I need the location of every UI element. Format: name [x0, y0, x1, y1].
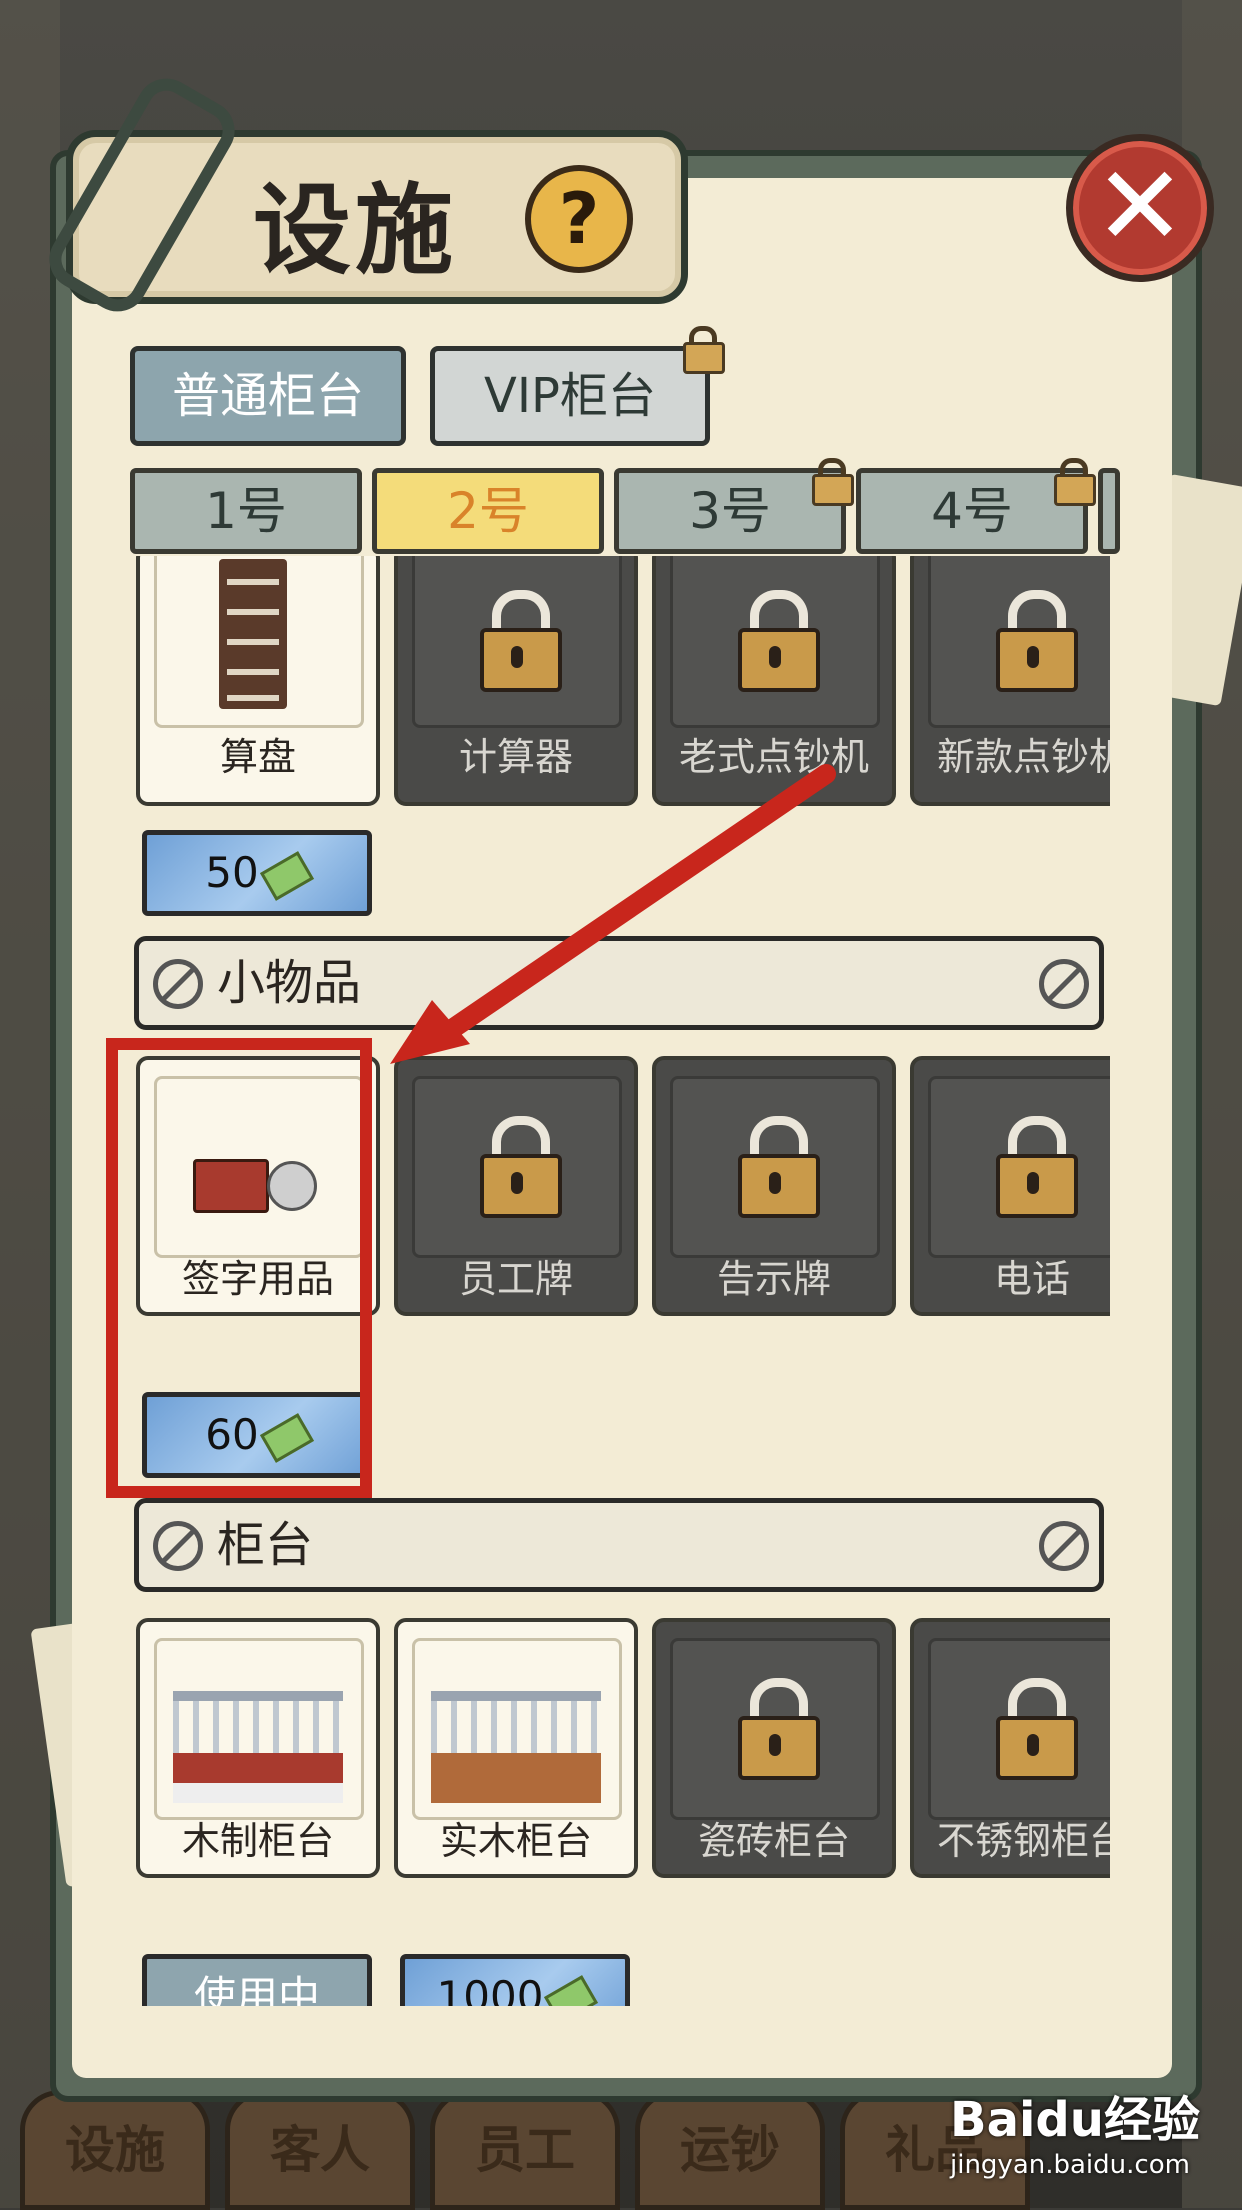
dialog-title: 设施 [253, 174, 458, 288]
watermark-brand: Baidu经验 [950, 2092, 1200, 2148]
tab-number-more[interactable] [1098, 468, 1120, 554]
item-name: 新款点钞机 [936, 735, 1110, 779]
item-card-wooden-counter[interactable]: 木制柜台 [136, 1618, 380, 1878]
watermark-url: jingyan.baidu.com [950, 2150, 1190, 2180]
item-name: 实木柜台 [439, 1819, 592, 1863]
close-button[interactable]: ✕ [1066, 134, 1214, 282]
price-value: 50 [205, 848, 259, 897]
item-card-steel-counter[interactable]: 不锈钢柜台 [910, 1618, 1110, 1878]
item-name: 员工牌 [458, 1257, 573, 1301]
lock-icon [480, 1116, 562, 1218]
counter-base-icon [173, 1783, 343, 1803]
annotation-highlight-box [106, 1038, 372, 1498]
lock-icon [738, 590, 820, 692]
tab-number-1[interactable]: 1号 [130, 468, 362, 554]
item-card-new-counting-machine[interactable]: 新款点钞机 [910, 556, 1110, 806]
tab-vip-counter[interactable]: VIP柜台 [430, 346, 710, 446]
counter-base-icon [431, 1753, 601, 1803]
item-card-tile-counter[interactable]: 瓷砖柜台 [652, 1618, 896, 1878]
in-use-status: 使用中 [142, 1954, 372, 2006]
lock-icon [480, 590, 562, 692]
item-name: 电话 [993, 1257, 1070, 1301]
item-name: 老式点钞机 [678, 735, 869, 779]
item-name: 告示牌 [716, 1257, 831, 1301]
tab-normal-counter[interactable]: 普通柜台 [130, 346, 406, 446]
counter-railing-icon [431, 1691, 601, 1761]
price-button[interactable]: 50 [142, 830, 372, 916]
item-card-calculator[interactable]: 计算器 [394, 556, 638, 806]
item-card-solid-wood-counter[interactable]: 实木柜台 [394, 1618, 638, 1878]
abacus-icon [219, 559, 287, 709]
ban-icon [1039, 1521, 1089, 1571]
cash-icon [259, 850, 314, 901]
lock-icon [1054, 458, 1096, 506]
item-name: 算盘 [219, 735, 296, 779]
lock-icon [683, 326, 725, 374]
section-title: 柜台 [217, 1517, 314, 1573]
help-button[interactable]: ? [525, 165, 633, 273]
bottom-tab-cash-transport[interactable]: 运钞 [635, 2090, 825, 2210]
price-button[interactable]: 1000 [400, 1954, 630, 2006]
ban-icon [153, 1521, 203, 1571]
item-card-abacus[interactable]: 算盘 [136, 556, 380, 806]
lock-icon [812, 458, 854, 506]
item-thumbnail [154, 556, 364, 728]
counter-railing-icon [173, 1691, 343, 1761]
item-card-telephone[interactable]: 电话 [910, 1056, 1110, 1316]
section-header-small-items: 小物品 [134, 936, 1104, 1030]
price-value: 1000 [436, 1972, 544, 2006]
lock-icon [996, 1678, 1078, 1780]
item-thumbnail [154, 1638, 364, 1820]
item-card-notice-board[interactable]: 告示牌 [652, 1056, 896, 1316]
section-header-counters: 柜台 [134, 1498, 1104, 1592]
bottom-tab-staff[interactable]: 员工 [430, 2090, 620, 2210]
item-name: 瓷砖柜台 [697, 1819, 850, 1863]
lock-icon [738, 1678, 820, 1780]
cash-icon [544, 1974, 599, 2006]
item-card-staff-badge[interactable]: 员工牌 [394, 1056, 638, 1316]
lock-icon [738, 1116, 820, 1218]
section-title: 小物品 [217, 955, 362, 1011]
lock-icon [996, 590, 1078, 692]
item-name: 木制柜台 [181, 1819, 334, 1863]
ban-icon [153, 959, 203, 1009]
item-name: 计算器 [458, 735, 573, 779]
item-thumbnail [412, 1638, 622, 1820]
tab-number-2[interactable]: 2号 [372, 468, 604, 554]
counter-base-icon [173, 1753, 343, 1783]
item-name: 不锈钢柜台 [936, 1819, 1110, 1863]
item-card-old-counting-machine[interactable]: 老式点钞机 [652, 556, 896, 806]
ban-icon [1039, 959, 1089, 1009]
lock-icon [996, 1116, 1078, 1218]
bottom-tab-guests[interactable]: 客人 [225, 2090, 415, 2210]
bottom-tab-facility[interactable]: 设施 [20, 2090, 210, 2210]
